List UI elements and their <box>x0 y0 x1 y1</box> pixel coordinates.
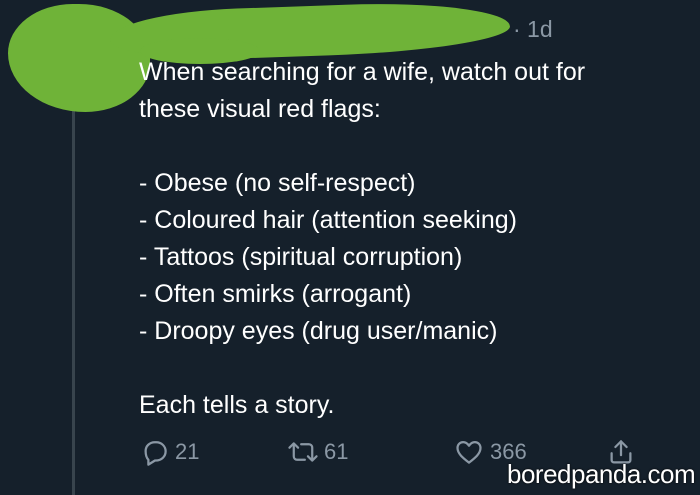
retweet-button[interactable]: 61 <box>287 437 348 467</box>
red-flag-item: - Tattoos (spiritual corruption) <box>139 243 463 271</box>
tweet-timestamp[interactable]: · 1d <box>513 16 553 43</box>
avatar-redaction <box>8 4 150 112</box>
retweet-count: 61 <box>324 439 349 464</box>
reply-button[interactable]: 21 <box>140 437 199 467</box>
reply-count: 21 <box>175 439 200 464</box>
tweet-closing-line: Each tells a story. <box>139 391 335 419</box>
thread-line <box>72 95 75 495</box>
heart-icon <box>453 437 485 467</box>
red-flag-item: - Droopy eyes (drug user/manic) <box>139 317 498 345</box>
boredpanda-watermark: boredpanda.com <box>507 459 696 489</box>
red-flag-item: - Obese (no self-respect) <box>139 169 416 197</box>
tweet-card[interactable]: · 1d When searching for a wife, watch ou… <box>0 0 700 495</box>
red-flag-item: - Often smirks (arrogant) <box>139 280 412 308</box>
red-flag-item: - Coloured hair (attention seeking) <box>139 206 517 234</box>
retweet-icon <box>287 437 319 467</box>
tweet-line: When searching for a wife, watch out for <box>139 58 586 86</box>
tweet-line: these visual red flags: <box>139 95 381 123</box>
tweet-body: When searching for a wife, watch out for… <box>139 54 585 424</box>
reply-icon <box>140 437 170 467</box>
